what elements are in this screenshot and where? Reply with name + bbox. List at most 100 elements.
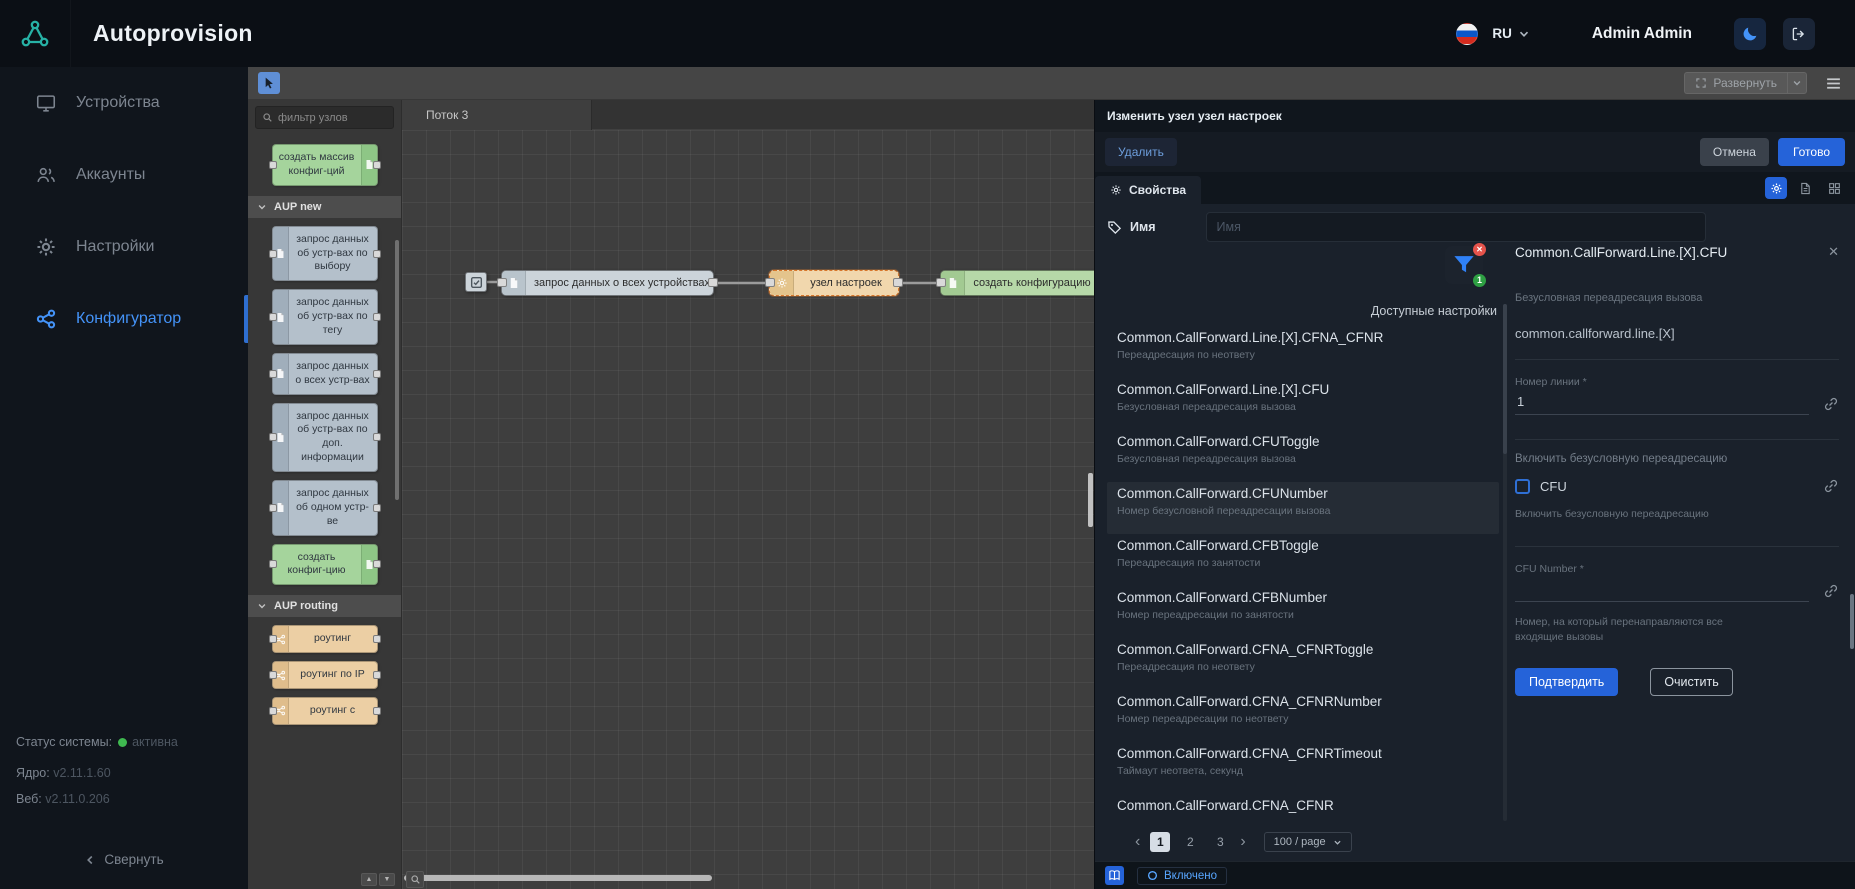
main-menu-button[interactable] [1821, 71, 1845, 95]
palette-node-query-by-tag[interactable]: запрос данных об устр-вах по тегу [272, 289, 378, 345]
setting-list-item[interactable]: Common.CallForward.Line.[X].CFNA_CFNR Пе… [1107, 326, 1499, 378]
setting-name: Common.CallForward.CFNA_CFNRNumber [1117, 694, 1489, 709]
setting-list-item[interactable]: Common.CallForward.CFUNumber Номер безус… [1107, 482, 1499, 534]
setting-list-item[interactable]: Common.CallForward.CFBToggle Переадресац… [1107, 534, 1499, 586]
cancel-button[interactable]: Отмена [1700, 138, 1769, 166]
flow-node-settings[interactable]: узел настроек [769, 270, 899, 296]
palette-node-create-config-array[interactable]: создать массив конфиг-ций [272, 144, 378, 186]
settings-filter-button[interactable]: ✕ 1 [1445, 246, 1483, 284]
panel-scrollbar[interactable] [1850, 594, 1854, 649]
select-tool-button[interactable] [258, 72, 280, 94]
flow-tab[interactable]: Поток 3 [402, 100, 592, 130]
system-status-row: Статус системы:активна [16, 735, 178, 749]
prev-page-button[interactable]: ‹ [1135, 834, 1140, 850]
collapse-label: Свернуть [104, 852, 163, 867]
page-button-2[interactable]: 2 [1180, 832, 1200, 852]
view-appearance-button[interactable] [1823, 177, 1845, 199]
flow-node-create-configuration[interactable]: создать конфигурацию [940, 270, 1094, 296]
clear-button[interactable]: Очистить [1650, 668, 1732, 696]
setting-detail-subtitle: Безусловная переадресация вызова [1515, 292, 1839, 304]
setting-description: Переадресация по неответу [1117, 349, 1489, 361]
sidebar-item-accounts[interactable]: Аккаунты [0, 139, 248, 211]
language-selector[interactable]: RU [1456, 23, 1530, 45]
page-size-select[interactable]: 100 / page [1264, 832, 1352, 852]
palette-node-query-by-extra-info[interactable]: запрос данных об устр-вах по доп. информ… [272, 403, 378, 472]
input-port[interactable] [497, 278, 507, 287]
input-port[interactable] [936, 278, 946, 287]
palette-scroll-up-button[interactable]: ▲ [361, 873, 377, 886]
done-button[interactable]: Готово [1778, 138, 1845, 166]
next-page-button[interactable]: › [1240, 834, 1245, 850]
setting-list-item[interactable]: Common.CallForward.Line.[X].CFU Безуслов… [1107, 378, 1499, 430]
palette-search-input[interactable] [278, 112, 387, 124]
canvas-zoom-button[interactable] [406, 871, 424, 888]
confirm-button[interactable]: Подтвердить [1515, 668, 1618, 696]
link-icon[interactable] [1823, 583, 1839, 599]
docs-button[interactable] [1105, 866, 1124, 885]
port [373, 560, 381, 568]
canvas-vertical-scrollbar[interactable] [1088, 473, 1093, 527]
palette-node-routing-by-ip[interactable]: роутинг по IP [272, 661, 378, 689]
cfu-hint: Включить безусловную переадресацию [1515, 507, 1773, 522]
flow-node-query-all-devices[interactable]: запрос данных о всех устройствах [501, 270, 714, 296]
node-enabled-toggle[interactable]: Включено [1137, 867, 1227, 885]
setting-description: Безусловная переадресация вызова [1117, 401, 1489, 413]
inject-button-node[interactable] [465, 272, 487, 292]
setting-list-item[interactable]: Common.CallForward.CFNA_CFNRNumber Номер… [1107, 690, 1499, 742]
sidebar-item-devices[interactable]: Устройства [0, 67, 248, 139]
collapse-sidebar-button[interactable]: Свернуть [0, 852, 248, 867]
canvas-horizontal-scrollbar[interactable] [404, 875, 1092, 881]
palette-category-label: AUP routing [274, 600, 338, 612]
palette-node-label: запрос данных об одном устр-ве [296, 487, 369, 527]
tab-properties[interactable]: Свойства [1095, 176, 1201, 204]
setting-list-item[interactable]: Common.CallForward.CFNA_CFNRToggle Переа… [1107, 638, 1499, 690]
output-port[interactable] [708, 278, 718, 287]
palette-scrollbar[interactable] [395, 240, 399, 500]
output-port[interactable] [893, 278, 903, 287]
setting-list-item[interactable]: Common.CallForward.CFBNumber Номер переа… [1107, 586, 1499, 638]
link-icon[interactable] [1823, 478, 1839, 494]
setting-list-item[interactable]: Common.CallForward.CFNA_CFNR [1107, 794, 1499, 825]
theme-toggle-button[interactable] [1734, 18, 1766, 50]
node-name-label: Имя [1130, 220, 1156, 234]
input-port[interactable] [765, 278, 775, 287]
scrollbar-thumb[interactable] [1503, 304, 1507, 454]
page-button-3[interactable]: 3 [1210, 832, 1230, 852]
line-number-input[interactable] [1515, 392, 1809, 415]
view-description-button[interactable] [1794, 177, 1816, 199]
sidebar-item-settings[interactable]: Настройки [0, 211, 248, 283]
deploy-options-caret[interactable] [1787, 72, 1807, 94]
setting-description: Номер безусловной переадресации вызова [1117, 505, 1489, 517]
palette-node-routing[interactable]: роутинг [272, 625, 378, 653]
setting-name: Common.CallForward.Line.[X].CFNA_CFNR [1117, 330, 1489, 345]
flow-canvas-area[interactable]: запрос данных о всех устройствах узел на… [402, 130, 1094, 889]
filter-clear-badge[interactable]: ✕ [1473, 243, 1486, 256]
deploy-expand-button[interactable]: Развернуть [1684, 72, 1787, 94]
palette-category-aup-routing[interactable]: AUP routing [248, 595, 401, 617]
setting-list-item[interactable]: Common.CallForward.CFUToggle Безусловная… [1107, 430, 1499, 482]
system-status-value: активна [132, 735, 178, 749]
palette-node-routing-with[interactable]: роутинг с [272, 697, 378, 725]
link-icon[interactable] [1823, 396, 1839, 412]
cfu-number-input[interactable] [1515, 579, 1809, 602]
palette-node-create-config[interactable]: создать конфиг-цию [272, 544, 378, 586]
setting-list-item[interactable]: Common.CallForward.CFNA_CFNRTimeout Тайм… [1107, 742, 1499, 794]
palette-node-query-all[interactable]: запрос данных о всех устр-вах [272, 353, 378, 395]
view-settings-button[interactable] [1765, 177, 1787, 199]
settings-list-scrollbar[interactable] [1503, 304, 1507, 821]
expand-icon [1695, 77, 1707, 89]
app-logo[interactable] [0, 0, 71, 67]
palette-category-aup-new[interactable]: AUP new [248, 196, 401, 218]
scrollbar-thumb[interactable] [404, 875, 712, 881]
logout-button[interactable] [1783, 18, 1815, 50]
cfu-checkbox[interactable] [1515, 479, 1530, 494]
palette-node-query-single-device[interactable]: запрос данных об одном устр-ве [272, 480, 378, 536]
page-button-1[interactable]: 1 [1150, 832, 1170, 852]
palette-scroll-down-button[interactable]: ▼ [379, 873, 395, 886]
palette-node-query-by-choice[interactable]: запрос данных об устр-вах по выбору [272, 226, 378, 282]
setting-name: Common.CallForward.CFNA_CFNRToggle [1117, 642, 1489, 657]
palette-scroll-area: создать массив конфиг-ций AUP new запрос… [248, 136, 401, 889]
delete-button[interactable]: Удалить [1105, 138, 1177, 166]
close-icon[interactable]: ✕ [1828, 244, 1839, 260]
sidebar-item-configurator[interactable]: Конфигуратор [0, 283, 248, 355]
